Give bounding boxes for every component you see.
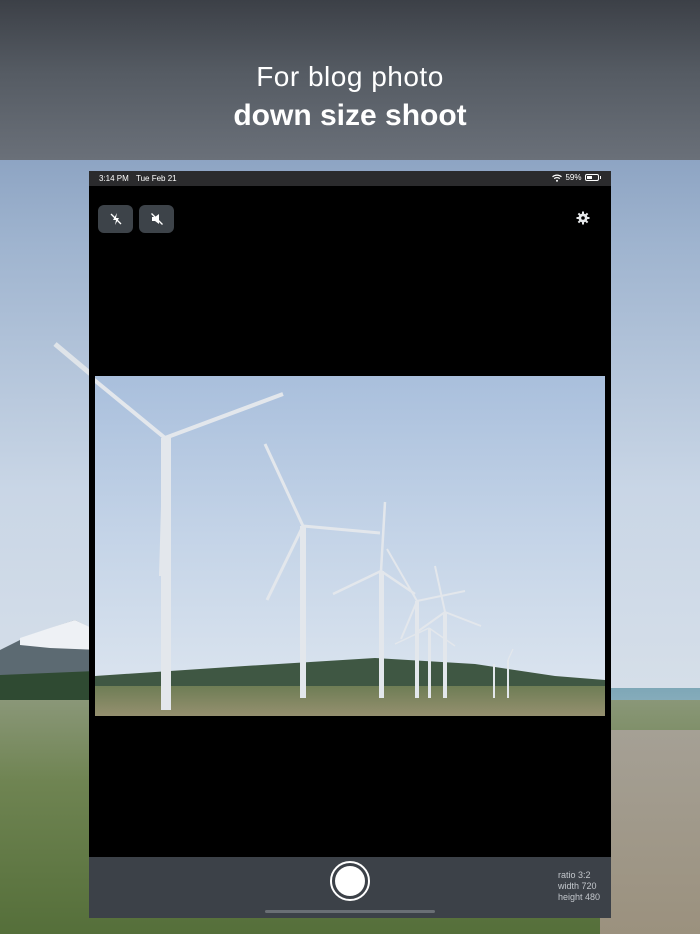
shutter-button[interactable] xyxy=(330,861,370,901)
battery-percent: 59% xyxy=(565,173,582,182)
shutter-inner-circle xyxy=(335,866,365,896)
bottom-toolbar: ratio 3:2 width 720 height 480 xyxy=(89,857,611,918)
capture-info: ratio 3:2 width 720 height 480 xyxy=(558,870,600,903)
settings-button[interactable] xyxy=(575,210,591,226)
preview-wind-turbines xyxy=(95,378,514,710)
banner-subtitle: For blog photo xyxy=(256,61,444,92)
status-bar: 3:14 PM Tue Feb 21 59% xyxy=(89,171,611,186)
camera-preview[interactable] xyxy=(95,376,605,716)
capture-ratio: ratio 3:2 xyxy=(558,870,591,880)
device-screen: 3:14 PM Tue Feb 21 59% ratio 3:2 width 7… xyxy=(89,171,611,918)
capture-height: height 480 xyxy=(558,892,601,902)
promo-banner: For blog photo down size shoot xyxy=(0,0,700,160)
capture-width: width 720 xyxy=(558,881,597,891)
status-date: Tue Feb 21 xyxy=(136,174,177,183)
banner-title: down size shoot xyxy=(233,99,467,132)
sound-off-icon xyxy=(150,213,163,225)
wifi-icon xyxy=(552,174,563,182)
status-time: 3:14 PM xyxy=(99,174,129,183)
background-beach xyxy=(600,730,700,934)
battery-nub xyxy=(599,176,601,179)
battery-icon xyxy=(584,174,599,181)
status-indicators: 59% xyxy=(552,173,601,182)
sound-off-button[interactable] xyxy=(139,205,174,233)
flash-off-button[interactable] xyxy=(98,205,133,233)
gear-icon xyxy=(576,211,590,225)
flash-off-icon xyxy=(110,213,121,225)
home-indicator[interactable] xyxy=(265,910,435,913)
